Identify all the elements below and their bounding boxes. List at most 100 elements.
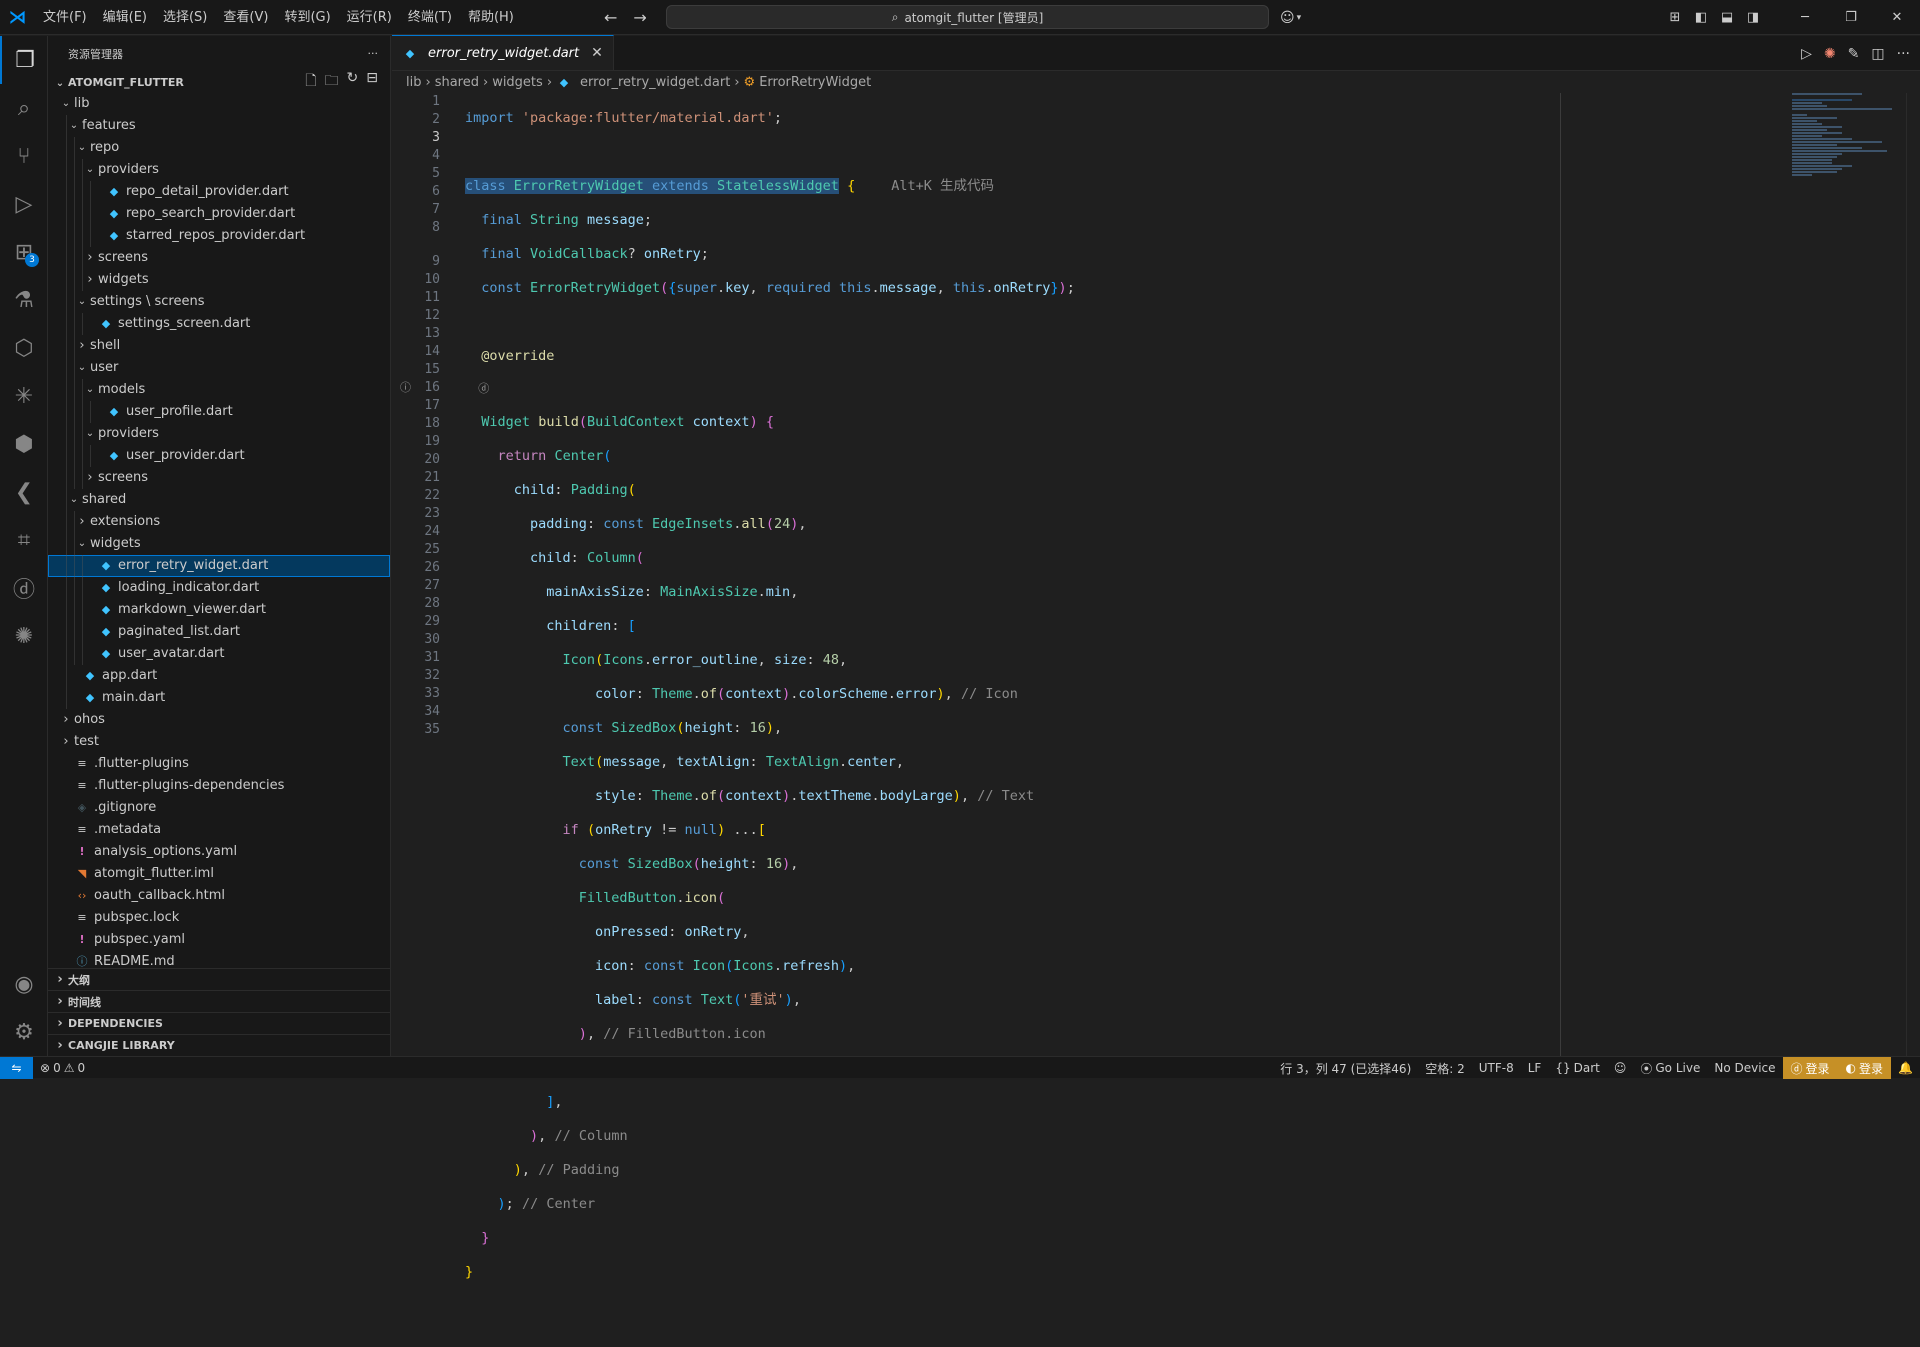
more-actions-icon[interactable]: ··· [368,47,379,60]
tree-folder[interactable]: ⌄ models [48,379,390,401]
sparkle-icon[interactable]: ✺ [0,612,48,660]
copilot-status-icon[interactable]: ☺ [1607,1061,1634,1075]
back-arrow-icon[interactable]: ← [604,8,617,27]
end-of-line[interactable]: LF [1521,1061,1549,1075]
run-icon[interactable]: ▷ [1801,46,1812,62]
tree-file[interactable]: ‹› oauth_callback.html [48,885,390,907]
tree-file[interactable]: ≡ .flutter-plugins-dependencies [48,775,390,797]
tree-folder[interactable]: ⌄ features [48,115,390,137]
breadcrumb-item[interactable]: widgets [492,75,543,90]
sidebar-panel-header[interactable]: › DEPENDENCIES [48,1012,390,1034]
debug-spark-icon[interactable]: ✺ [1824,46,1836,62]
override-lens-icon[interactable]: ⓓ [478,382,489,395]
indentation[interactable]: 空格: 2 [1418,1060,1472,1077]
spark-icon[interactable]: ✳ [0,372,48,420]
tree-file[interactable]: ◆ settings_screen.dart [48,313,390,335]
tree-file[interactable]: ! pubspec.yaml [48,929,390,951]
tree-folder[interactable]: › widgets [48,269,390,291]
more-actions-icon[interactable]: ··· [1897,46,1910,62]
tree-file[interactable]: ◆ error_retry_widget.dart [48,555,390,577]
refresh-icon[interactable]: ↻ [347,70,359,94]
menu-item[interactable]: 帮助(H) [460,0,522,35]
forward-arrow-icon[interactable]: → [633,8,646,27]
collapse-all-icon[interactable]: ⊟ [366,70,378,94]
tree-folder[interactable]: ⌄ widgets [48,533,390,555]
toggle-sidebar-icon[interactable]: ◧ [1688,10,1714,25]
cangjie-icon[interactable]: ⓓ [0,564,48,612]
tree-folder[interactable]: ⌄ settings \ screens [48,291,390,313]
toggle-panel-icon[interactable]: ⬓ [1714,10,1740,25]
edit-pen-icon[interactable]: ✎ [1848,46,1860,62]
run-debug-icon[interactable]: ▷ [0,180,48,228]
tree-folder[interactable]: ⌄ providers [48,423,390,445]
breadcrumb-item[interactable]: ErrorRetryWidget [759,75,871,90]
account-icon[interactable]: ◉ [0,960,48,1008]
copilot-menu[interactable]: ☺ ▾ [1280,0,1301,35]
encoding[interactable]: UTF-8 [1472,1061,1521,1075]
tree-file[interactable]: ◥ atomgit_flutter.iml [48,863,390,885]
new-file-icon[interactable]: 🗋 [305,70,316,94]
menu-item[interactable]: 终端(T) [400,0,460,35]
vertical-scrollbar[interactable] [1906,93,1920,1056]
tree-file[interactable]: ≡ pubspec.lock [48,907,390,929]
extensions-icon[interactable]: ⊞ 3 [0,228,48,276]
settings-gear-icon[interactable]: ⚙ [0,1008,48,1056]
breadcrumb-item[interactable]: shared [435,75,479,90]
problems-indicator[interactable]: ⊗ 0 ⚠ 0 [33,1061,92,1075]
tree-folder[interactable]: ⌄ lib [48,93,390,115]
tree-file[interactable]: ≡ .flutter-plugins [48,753,390,775]
minimap[interactable] [1792,93,1902,213]
menu-item[interactable]: 选择(S) [155,0,215,35]
minimize-icon[interactable]: ─ [1782,10,1828,25]
close-tab-icon[interactable]: ✕ [591,45,603,61]
command-center-search[interactable]: ⌕ atomgit_flutter [管理员] [666,5,1269,29]
close-icon[interactable]: ✕ [1874,10,1920,25]
tree-folder[interactable]: ⌄ shared [48,489,390,511]
sidebar-panel-header[interactable]: › 时间线 [48,990,390,1012]
tree-folder[interactable]: › test [48,731,390,753]
restore-icon[interactable]: ❐ [1828,10,1874,25]
new-folder-icon[interactable]: 🗀 [325,70,339,94]
cursor-position[interactable]: 行 3，列 47 (已选择46) [1273,1060,1418,1077]
flutter-icon[interactable]: ❮ [0,468,48,516]
code-content[interactable]: import 'package:flutter/material.dart'; … [465,93,1075,1347]
login-button-2[interactable]: ◐ 登录 [1837,1057,1892,1079]
code-editor[interactable]: 1 2 3 4 5 6 7 8 9 10 11 12 13 14 15 16 ⓘ 17 18 19 20 21 22 23 24… [392,93,1920,1280]
menu-item[interactable]: 查看(V) [215,0,276,35]
hexagon-icon[interactable]: ⬢ [0,420,48,468]
testing-icon[interactable]: ⚗ [0,276,48,324]
layout-customize-icon[interactable]: ⊞ [1662,10,1688,25]
tree-file[interactable]: ◆ starred_repos_provider.dart [48,225,390,247]
tree-file[interactable]: ≡ .metadata [48,819,390,841]
remote-indicator-icon[interactable]: ⇋ [0,1056,33,1079]
tree-folder[interactable]: › screens [48,247,390,269]
tree-file[interactable]: ◆ paginated_list.dart [48,621,390,643]
remote-explorer-icon[interactable]: ⌗ [0,516,48,564]
tree-file[interactable]: ◆ user_provider.dart [48,445,390,467]
sidebar-panel-header[interactable]: › 大纲 [48,968,390,990]
tree-file[interactable]: ◆ main.dart [48,687,390,709]
breadcrumb-item[interactable]: error_retry_widget.dart [580,75,730,90]
menu-item[interactable]: 转到(G) [276,0,338,35]
device-selector[interactable]: No Device [1707,1061,1782,1075]
breadcrumb-item[interactable]: lib [406,75,421,90]
project-section-header[interactable]: ⌄ ATOMGIT_FLUTTER 🗋 🗀 ↻ ⊟ [48,70,390,94]
notifications-bell-icon[interactable]: 🔔 [1891,1061,1920,1075]
tree-file[interactable]: ◆ user_avatar.dart [48,643,390,665]
tab-error-retry-widget[interactable]: ◆ error_retry_widget.dart ✕ [392,35,614,70]
sidebar-panel-header[interactable]: › CANGJIE LIBRARY [48,1034,390,1056]
tree-folder[interactable]: › extensions [48,511,390,533]
tree-file[interactable]: ◆ markdown_viewer.dart [48,599,390,621]
tree-file[interactable]: ◆ user_profile.dart [48,401,390,423]
toggle-secondary-sidebar-icon[interactable]: ◨ [1740,10,1766,25]
explorer-icon[interactable]: ❐ [0,36,48,84]
menu-item[interactable]: 编辑(E) [95,0,155,35]
tree-folder[interactable]: › screens [48,467,390,489]
go-live-button[interactable]: ⦿ Go Live [1633,1060,1707,1077]
tree-folder[interactable]: ⌄ providers [48,159,390,181]
tree-file[interactable]: ! analysis_options.yaml [48,841,390,863]
login-button-1[interactable]: ⓓ 登录 [1782,1057,1838,1079]
source-control-icon[interactable]: ⑂ [0,132,48,180]
tree-folder[interactable]: › ohos [48,709,390,731]
info-glyph-icon[interactable]: ⓘ [400,379,411,397]
